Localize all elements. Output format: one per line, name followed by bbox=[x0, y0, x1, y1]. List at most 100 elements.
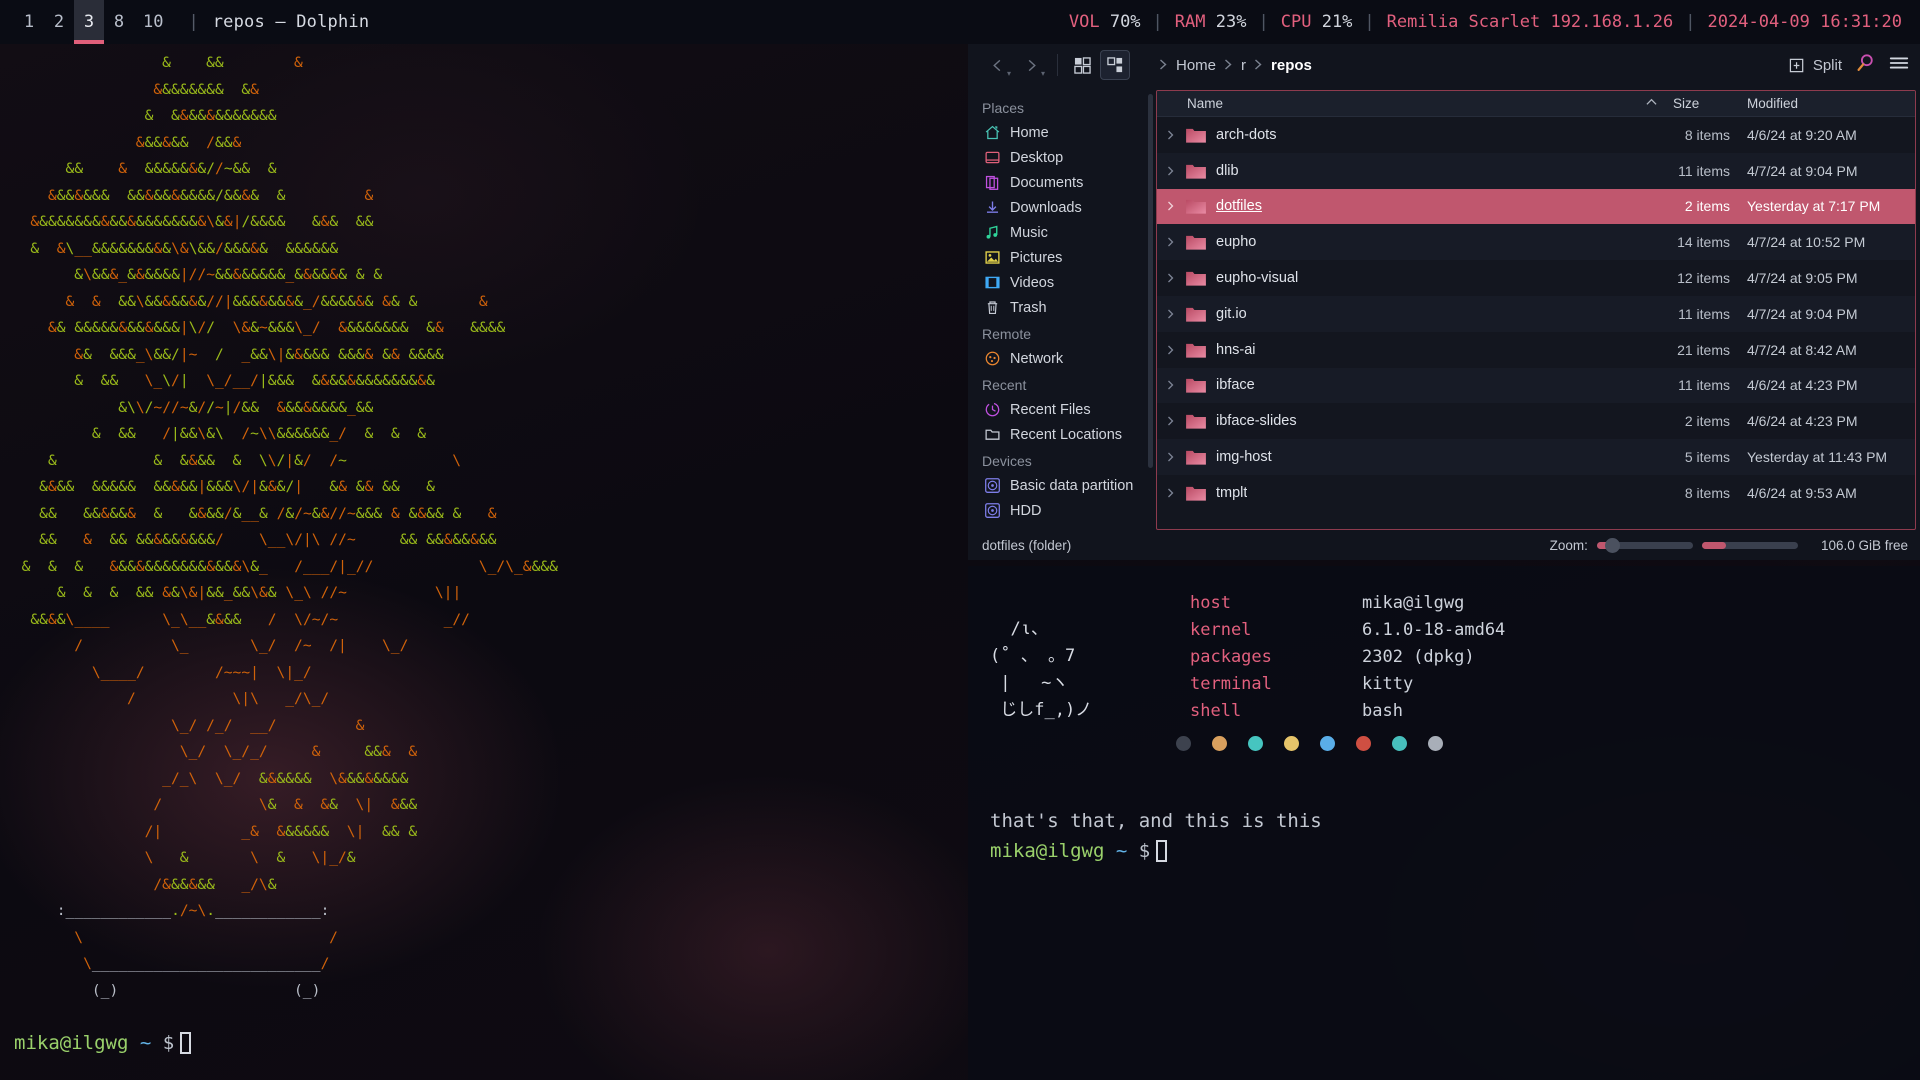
places-section-places: Places bbox=[982, 100, 1025, 116]
palette-dot-0 bbox=[1176, 736, 1191, 751]
sidebar-item-basic-data-partition[interactable]: Basic data partition bbox=[968, 473, 1156, 498]
right-terminal-window[interactable]: /ι、 (˚ 、 。7 | ~ヽ じしf_,)ノ host mika@ilgwg k… bbox=[968, 566, 1920, 1080]
table-row[interactable]: git.io 11 items 4/7/24 at 9:04 PM bbox=[1157, 295, 1915, 332]
window-title: repos — Dolphin bbox=[212, 12, 370, 32]
sidebar-item-home[interactable]: Home bbox=[968, 120, 1156, 145]
table-row[interactable]: eupho 14 items 4/7/24 at 10:52 PM bbox=[1157, 224, 1915, 261]
expand-chevron-icon[interactable] bbox=[1157, 487, 1185, 499]
column-header-modified[interactable]: Modified bbox=[1739, 91, 1915, 116]
icons-view-button[interactable] bbox=[1067, 50, 1097, 80]
expand-chevron-icon[interactable] bbox=[1157, 129, 1185, 141]
workspace-tag-10[interactable]: 10 bbox=[134, 0, 172, 44]
forward-button[interactable]: ▾ bbox=[1014, 50, 1048, 80]
table-row[interactable]: eupho-visual 12 items 4/7/24 at 9:05 PM bbox=[1157, 260, 1915, 296]
sidebar-item-recent-locations[interactable]: Recent Locations bbox=[968, 422, 1156, 447]
back-button[interactable]: ▾ bbox=[980, 50, 1014, 80]
table-row[interactable]: img-host 5 items Yesterday at 11:43 PM bbox=[1157, 439, 1915, 475]
zoom-slider[interactable] bbox=[1596, 537, 1693, 553]
column-header-name[interactable]: Name bbox=[1157, 91, 1665, 116]
folder-icon bbox=[1185, 376, 1207, 394]
sidebar-item-downloads[interactable]: Downloads bbox=[968, 195, 1156, 220]
space-usage-bar[interactable] bbox=[1701, 541, 1798, 549]
folder-icon bbox=[1185, 448, 1207, 466]
table-row[interactable]: tmplt 8 items 4/6/24 at 9:53 AM bbox=[1157, 475, 1915, 511]
left-terminal-prompt[interactable]: mika@ilgwg ~ $ bbox=[14, 1032, 192, 1054]
hamburger-menu-icon[interactable] bbox=[1888, 52, 1910, 79]
prompt-user: mika@ilgwg bbox=[14, 1032, 129, 1054]
file-list-pane[interactable]: Name Size Modified arch-dots 8 items 4/6/2… bbox=[1156, 90, 1916, 530]
zoom-slider-knob[interactable] bbox=[1604, 537, 1620, 553]
fastfetch-row-terminal: terminal kitty bbox=[1190, 671, 1505, 698]
sidebar-item-recent-files[interactable]: Recent Files bbox=[968, 397, 1156, 422]
file-size: 21 items bbox=[1677, 341, 1730, 358]
fastfetch-row-packages: packages 2302 (dpkg) bbox=[1190, 644, 1505, 671]
workspace-tag-8[interactable]: 8 bbox=[104, 0, 134, 44]
split-label: Split bbox=[1812, 56, 1842, 74]
table-row[interactable]: arch-dots 8 items 4/6/24 at 9:20 AM bbox=[1157, 117, 1915, 153]
workspace-tag-1[interactable]: 1 bbox=[14, 0, 44, 44]
sidebar-item-label: Home bbox=[1010, 124, 1049, 141]
expand-chevron-icon[interactable] bbox=[1157, 165, 1185, 177]
sidebar-item-label: Videos bbox=[1010, 274, 1055, 291]
expand-chevron-icon[interactable] bbox=[1157, 236, 1185, 248]
details-view-button[interactable] bbox=[1100, 50, 1130, 80]
file-list-rows[interactable]: arch-dots 8 items 4/6/24 at 9:20 AM dlib 11 … bbox=[1157, 117, 1915, 529]
sidebar-item-label: Recent Files bbox=[1010, 401, 1091, 418]
palette-dot-3 bbox=[1284, 736, 1299, 751]
table-row[interactable]: ibface-slides 2 items 4/6/24 at 4:23 PM bbox=[1157, 403, 1915, 439]
file-size: 14 items bbox=[1677, 234, 1730, 251]
workspace-tag-2[interactable]: 2 bbox=[44, 0, 74, 44]
breadcrumb-item-home[interactable]: Home bbox=[1176, 57, 1216, 74]
places-section-devices: Devices bbox=[982, 453, 1032, 469]
places-scrollbar[interactable] bbox=[1148, 94, 1153, 468]
left-terminal-window[interactable]: & && & &&&&&&&& && & &&&&&&&&&&&& &&&&&&… bbox=[0, 44, 962, 1080]
search-icon[interactable] bbox=[1854, 52, 1876, 79]
sidebar-item-trash[interactable]: Trash bbox=[968, 295, 1156, 320]
file-name: dotfiles bbox=[1216, 198, 1262, 215]
sidebar-item-desktop[interactable]: Desktop bbox=[968, 145, 1156, 170]
table-row[interactable]: hns-ai 21 items 4/7/24 at 8:42 AM bbox=[1157, 332, 1915, 368]
fastfetch-output: /ι、 (˚ 、 。7 | ~ヽ じしf_,)ノ host mika@ilgwg k… bbox=[990, 590, 1505, 725]
prompt-path: ~ bbox=[1115, 840, 1128, 862]
file-modified: 4/6/24 at 9:53 AM bbox=[1747, 484, 1857, 501]
sidebar-item-videos[interactable]: Videos bbox=[968, 270, 1156, 295]
split-button[interactable]: Split bbox=[1789, 57, 1842, 74]
places-section-recent: Recent bbox=[982, 377, 1027, 393]
expand-chevron-icon[interactable] bbox=[1157, 200, 1185, 212]
sidebar-item-network[interactable]: Network bbox=[968, 346, 1156, 371]
expand-chevron-icon[interactable] bbox=[1157, 272, 1185, 284]
breadcrumb-item-repos[interactable]: repos bbox=[1271, 57, 1312, 74]
file-size: 11 items bbox=[1678, 305, 1730, 322]
zoom-control-group[interactable]: Zoom: 106.0 GiB free bbox=[1550, 537, 1908, 553]
expand-chevron-icon[interactable] bbox=[1157, 451, 1185, 463]
sidebar-item-label: Pictures bbox=[1010, 249, 1063, 266]
sidebar-item-music[interactable]: Music bbox=[968, 220, 1156, 245]
file-name: git.io bbox=[1216, 305, 1247, 322]
cpu-status: CPU 21% bbox=[1280, 12, 1353, 32]
toolbar-divider bbox=[1057, 54, 1058, 76]
table-row[interactable]: dlib 11 items 4/7/24 at 9:04 PM bbox=[1157, 152, 1915, 189]
selection-info: dotfiles (folder) bbox=[982, 537, 1072, 553]
sidebar-item-documents[interactable]: Documents bbox=[968, 170, 1156, 195]
sidebar-item-pictures[interactable]: Pictures bbox=[968, 245, 1156, 270]
sidebar-item-hdd[interactable]: HDD bbox=[968, 498, 1156, 523]
breadcrumb-separator bbox=[1224, 58, 1233, 73]
places-sidebar[interactable]: Places Home Desktop Documents Downloads Music… bbox=[968, 86, 1156, 530]
expand-chevron-icon[interactable] bbox=[1157, 415, 1185, 427]
file-list-header[interactable]: Name Size Modified bbox=[1157, 91, 1915, 117]
table-row[interactable]: dotfiles 2 items Yesterday at 7:17 PM bbox=[1157, 188, 1915, 225]
workspace-tag-3[interactable]: 3 bbox=[74, 0, 104, 44]
table-row[interactable]: ibface 11 items 4/6/24 at 4:23 PM bbox=[1157, 367, 1915, 404]
breadcrumb[interactable]: Home r repos bbox=[1151, 57, 1312, 74]
expand-chevron-icon[interactable] bbox=[1157, 379, 1185, 391]
file-modified: 4/7/24 at 9:04 PM bbox=[1747, 162, 1858, 179]
ascii-art-flowers: & && & &&&&&&&& && & &&&&&&&&&&&& &&&&&&… bbox=[21, 54, 558, 999]
column-header-size[interactable]: Size bbox=[1665, 91, 1739, 116]
folder-icon bbox=[1185, 162, 1207, 180]
dolphin-file-manager[interactable]: ▾ ▾ Home r repos Split Places Home Deskt… bbox=[968, 44, 1920, 560]
folder-icon bbox=[1185, 126, 1207, 144]
breadcrumb-item-r[interactable]: r bbox=[1241, 57, 1246, 74]
expand-chevron-icon[interactable] bbox=[1157, 308, 1185, 320]
expand-chevron-icon[interactable] bbox=[1157, 344, 1185, 356]
file-name: dlib bbox=[1216, 162, 1239, 179]
